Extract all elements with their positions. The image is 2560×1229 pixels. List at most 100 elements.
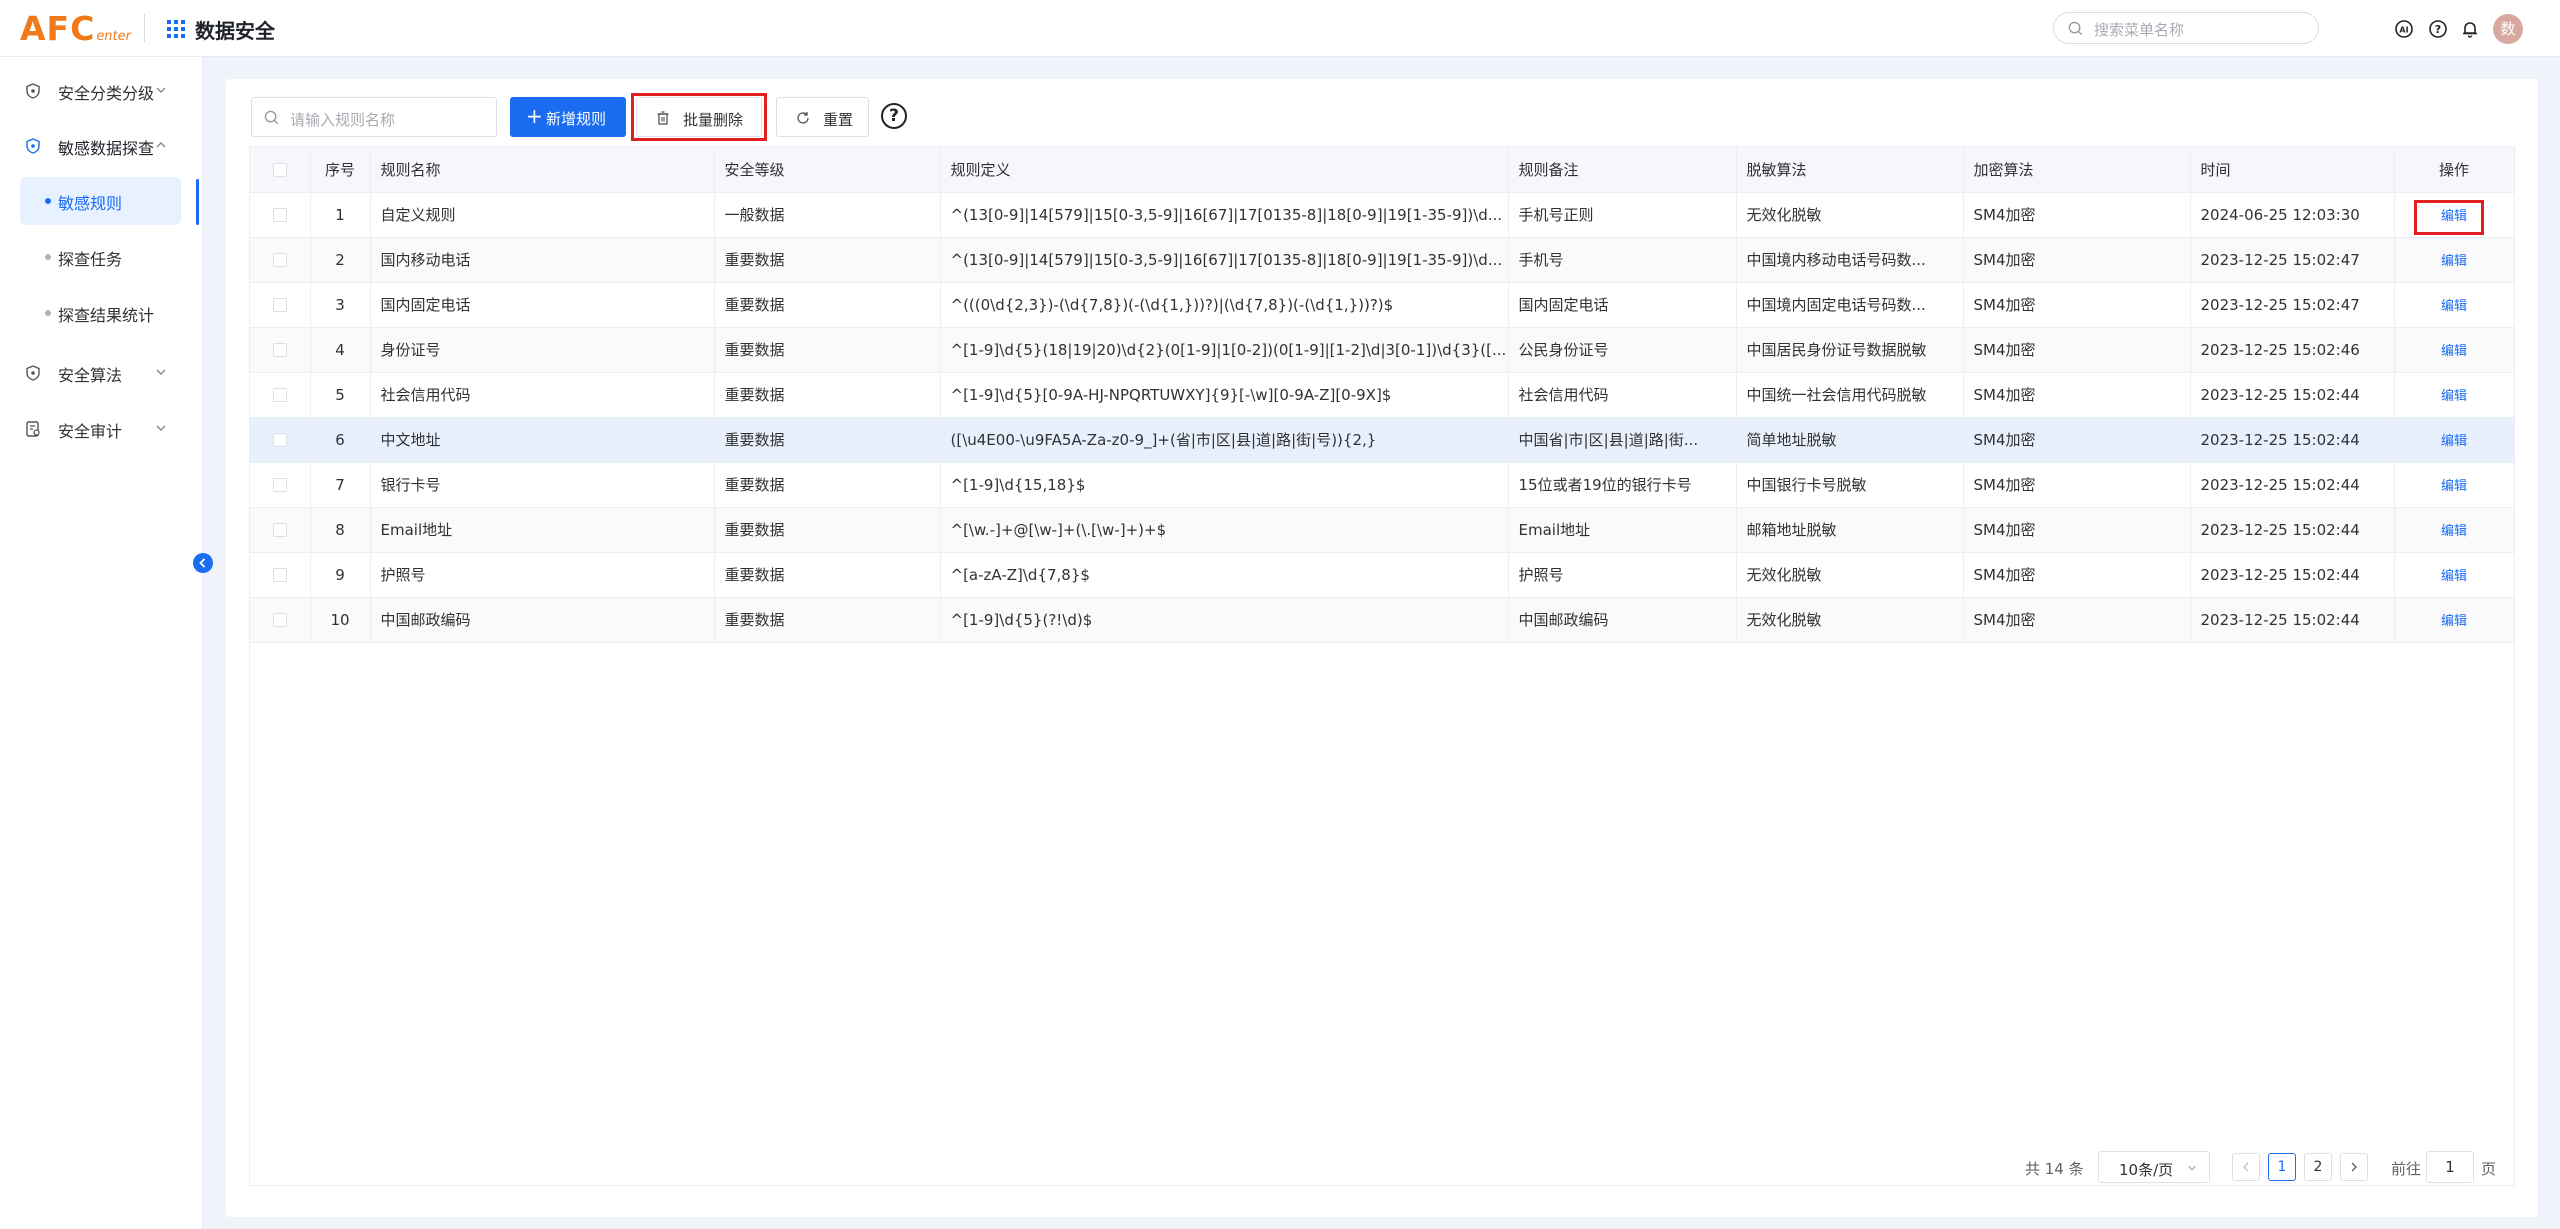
shield-icon — [26, 365, 40, 381]
sidebar-item-sensitive-scan[interactable]: 敏感数据探查 — [0, 125, 203, 165]
page-button[interactable]: 1 — [2268, 1153, 2296, 1181]
edit-link[interactable]: 编辑 — [2441, 434, 2467, 449]
chevron-right-icon — [2351, 1162, 2357, 1172]
table-cell-op: 编辑 — [2394, 507, 2515, 553]
select-all-checkbox[interactable] — [250, 147, 311, 193]
ai-icon[interactable]: AI — [2394, 19, 2414, 39]
column-header: 加密算法 — [1963, 147, 2191, 193]
table-row[interactable]: 10 中国邮政编码 重要数据 ^[1-9]\d{5}(?!\d)$ 中国邮政编码 无效化脱… — [250, 597, 2515, 643]
table-row[interactable]: 7 银行卡号 重要数据 ^[1-9]\d{15,18}$ 15位或者19位的银行卡号 中国… — [250, 462, 2515, 508]
table-header-row: 序号 规则名称 安全等级 规则定义 规则备注 脱敏算法 加密算法 时间 操作 — [250, 147, 2515, 193]
table-row[interactable]: 1 自定义规则 一般数据 ^(13[0-9]|14[579]|15[0-3,5-9]|… — [250, 192, 2515, 238]
table-cell-name: 中文地址 — [370, 417, 715, 463]
edit-link[interactable]: 编辑 — [2441, 389, 2467, 404]
shield-icon — [26, 138, 40, 154]
add-rule-label: 新增规则 — [546, 110, 607, 128]
column-header: 规则备注 — [1508, 147, 1737, 193]
row-checkbox[interactable] — [250, 462, 311, 508]
table-cell-enc: SM4加密 — [1963, 237, 2191, 283]
row-checkbox[interactable] — [250, 552, 311, 598]
logo-sub-text: enter — [96, 29, 131, 44]
user-avatar[interactable]: 数 — [2493, 14, 2523, 44]
prev-page-button[interactable] — [2232, 1153, 2260, 1181]
goto-label: 前往 — [2391, 1160, 2422, 1178]
table-cell-no: 6 — [310, 417, 371, 463]
table-cell-enc: SM4加密 — [1963, 327, 2191, 373]
table-cell-name: 银行卡号 — [370, 462, 715, 508]
rule-name-search-input[interactable]: 请输入规则名称 — [251, 97, 497, 137]
column-header: 安全等级 — [714, 147, 941, 193]
table-cell-note: 护照号 — [1508, 552, 1737, 598]
edit-link[interactable]: 编辑 — [2441, 479, 2467, 494]
top-header: AFC enter 数据安全 搜索菜单名称 AI ? 数 — [0, 0, 2560, 57]
edit-link[interactable]: 编辑 — [2441, 569, 2467, 584]
edit-link[interactable]: 编辑 — [2441, 299, 2467, 314]
apps-grid-icon[interactable] — [167, 20, 185, 38]
table-cell-level: 重要数据 — [714, 462, 941, 508]
table-cell-enc: SM4加密 — [1963, 192, 2191, 238]
table-cell-note: Email地址 — [1508, 507, 1737, 553]
main-panel: 请输入规则名称 + 新增规则 批量删除 重置 ? 序号 规则名称 安全等级 规则… — [226, 79, 2538, 1217]
table-cell-no: 7 — [310, 462, 371, 508]
edit-link[interactable]: 编辑 — [2441, 524, 2467, 539]
help-icon[interactable]: ? — [881, 103, 907, 129]
table-cell-level: 重要数据 — [714, 282, 941, 328]
row-checkbox[interactable] — [250, 597, 311, 643]
table-row[interactable]: 9 护照号 重要数据 ^[a-zA-Z]\d{7,8}$ 护照号 无效化脱敏 SM4加密 20… — [250, 552, 2515, 598]
bell-icon[interactable] — [2460, 19, 2480, 39]
table-row[interactable]: 6 中文地址 重要数据 ([\u4E00-\u9FA5A-Za-z0-9_]+(省|市… — [250, 417, 2515, 463]
add-rule-button[interactable]: + 新增规则 — [510, 97, 626, 137]
table-cell-mask: 邮箱地址脱敏 — [1736, 507, 1964, 553]
row-checkbox[interactable] — [250, 237, 311, 283]
page-size-select[interactable]: 10条/页 — [2098, 1151, 2210, 1183]
sidebar-sub-scan-tasks[interactable]: 探查任务 — [20, 233, 181, 281]
edit-link[interactable]: 编辑 — [2441, 254, 2467, 269]
table-cell-note: 国内固定电话 — [1508, 282, 1737, 328]
table-row[interactable]: 2 国内移动电话 重要数据 ^(13[0-9]|14[579]|15[0-3,5-9]… — [250, 237, 2515, 283]
edit-link[interactable]: 编辑 — [2441, 344, 2467, 359]
row-checkbox[interactable] — [250, 417, 311, 463]
table-row[interactable]: 8 Email地址 重要数据 ^[\w.-]+@[\w-]+(\.[\w-]+)+$ E… — [250, 507, 2515, 553]
table-cell-note: 手机号 — [1508, 237, 1737, 283]
edit-link[interactable]: 编辑 — [2441, 614, 2467, 629]
sidebar-sub-sensitive-rules[interactable]: 敏感规则 — [20, 177, 181, 225]
reset-button[interactable]: 重置 — [776, 97, 869, 137]
row-checkbox[interactable] — [250, 192, 311, 238]
row-checkbox[interactable] — [250, 507, 311, 553]
row-checkbox[interactable] — [250, 372, 311, 418]
table-cell-level: 重要数据 — [714, 417, 941, 463]
menu-search-input[interactable]: 搜索菜单名称 — [2053, 12, 2319, 44]
column-header: 时间 — [2190, 147, 2395, 193]
table-cell-op: 编辑 — [2394, 372, 2515, 418]
afcenter-logo[interactable]: AFC enter — [20, 10, 131, 46]
column-header: 规则名称 — [370, 147, 715, 193]
goto-page-input[interactable]: 1 — [2426, 1151, 2474, 1183]
table-cell-no: 8 — [310, 507, 371, 553]
row-checkbox[interactable] — [250, 282, 311, 328]
table-row[interactable]: 3 国内固定电话 重要数据 ^(((0\d{2,3})-(\d{7,8})(-(\d{… — [250, 282, 2515, 328]
table-cell-time: 2023-12-25 15:02:47 — [2190, 237, 2395, 283]
table-row[interactable]: 4 身份证号 重要数据 ^[1-9]\d{5}(18|19|20)\d{2}(0[1-… — [250, 327, 2515, 373]
table-cell-time: 2023-12-25 15:02:44 — [2190, 552, 2395, 598]
table-cell-no: 5 — [310, 372, 371, 418]
table-cell-name: 社会信用代码 — [370, 372, 715, 418]
row-checkbox[interactable] — [250, 327, 311, 373]
column-header: 序号 — [310, 147, 371, 193]
sidebar-sub-scan-stats[interactable]: 探查结果统计 — [20, 289, 181, 337]
table-cell-mask: 中国统一社会信用代码脱敏 — [1736, 372, 1964, 418]
table-cell-level: 重要数据 — [714, 552, 941, 598]
page-button[interactable]: 2 — [2304, 1153, 2332, 1181]
table-cell-op: 编辑 — [2394, 327, 2515, 373]
help-icon[interactable]: ? — [2428, 19, 2448, 39]
sidebar-item-audit[interactable]: 安全审计 — [0, 408, 203, 448]
sidebar-item-algorithms[interactable]: 安全算法 — [0, 352, 203, 392]
header-divider — [144, 14, 145, 42]
sidebar-collapse-button[interactable] — [193, 553, 213, 573]
table-cell-name: 自定义规则 — [370, 192, 715, 238]
table-row[interactable]: 5 社会信用代码 重要数据 ^[1-9]\d{5}[0-9A-HJ-NPQRTUWXY… — [250, 372, 2515, 418]
sidebar-item-classification[interactable]: 安全分类分级 — [0, 70, 203, 110]
plus-icon: + — [526, 104, 543, 128]
table-cell-def: ^(13[0-9]|14[579]|15[0-3,5-9]|16[67]|17[… — [940, 237, 1509, 283]
next-page-button[interactable] — [2340, 1153, 2368, 1181]
table-cell-enc: SM4加密 — [1963, 507, 2191, 553]
